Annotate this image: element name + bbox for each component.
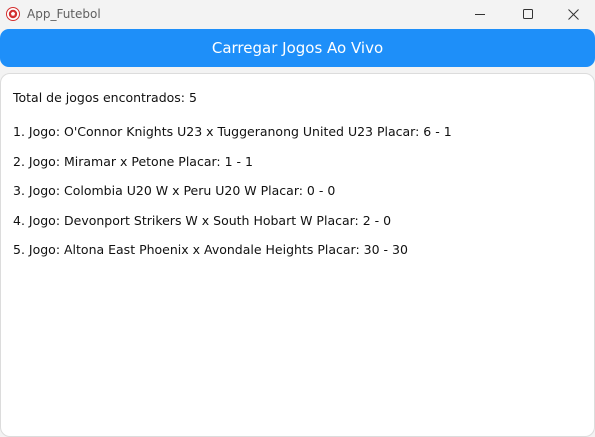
list-item: 4. Jogo: Devonport Strikers W x South Ho… [13, 212, 392, 228]
maximize-button[interactable] [505, 0, 551, 28]
minimize-button[interactable] [457, 0, 503, 28]
results-panel[interactable]: Total de jogos encontrados: 5 1. Jogo: O… [0, 73, 595, 437]
total-games-label: Total de jogos encontrados: 5 [13, 90, 197, 105]
soccer-ball-icon [6, 6, 20, 21]
list-item: 5. Jogo: Altona East Phoenix x Avondale … [13, 242, 408, 257]
close-button[interactable] [550, 0, 595, 28]
load-live-games-button[interactable]: Carregar Jogos Ao Vivo [0, 29, 595, 67]
minimize-icon [475, 9, 485, 19]
maximize-icon [523, 9, 533, 19]
window-title: App_Futebol [27, 7, 101, 21]
list-item: 1. Jogo: O'Connor Knights U23 x Tuggeran… [13, 124, 452, 139]
games-list: 1. Jogo: O'Connor Knights U23 x Tuggeran… [13, 124, 452, 272]
list-item: 3. Jogo: Colombia U20 W x Peru U20 W Pla… [13, 183, 336, 198]
app-window: App_Futebol Carregar Jogos Ao Vivo Total… [0, 0, 595, 437]
close-icon [567, 8, 579, 20]
title-bar[interactable]: App_Futebol [0, 0, 595, 28]
list-item: 2. Jogo: Miramar x Petone Placar: 1 - 1 [13, 153, 253, 169]
